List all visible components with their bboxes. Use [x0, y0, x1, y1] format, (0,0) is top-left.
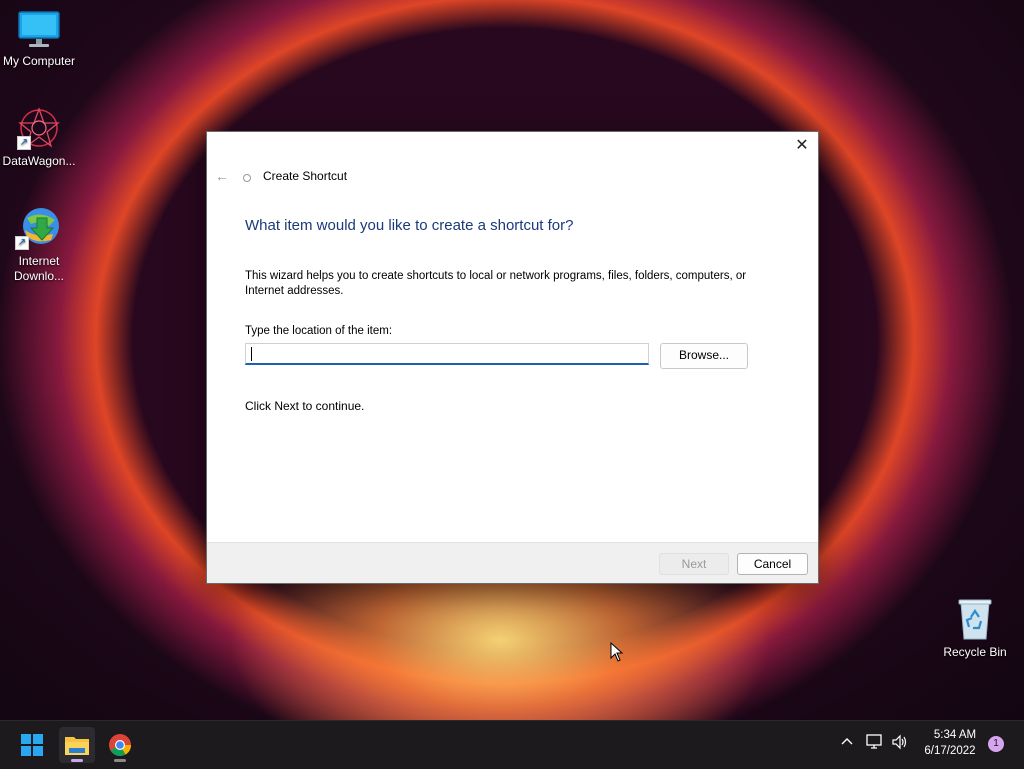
desktop-icon-label: DataWagon...	[2, 154, 76, 168]
wizard-description: This wizard helps you to create shortcut…	[245, 270, 747, 297]
recycle-bin-icon	[955, 597, 995, 641]
internet-download-manager-icon: ↗	[15, 204, 63, 250]
chrome-icon[interactable]	[102, 727, 138, 763]
desktop-icon-datawagon[interactable]: ↗ DataWagon...	[0, 106, 79, 169]
location-label: Type the location of the item:	[245, 325, 393, 337]
desktop-icon-label: My Computer	[2, 54, 76, 68]
wizard-heading: What item would you like to create a sho…	[245, 217, 574, 234]
monitor-icon	[17, 10, 61, 50]
datawagon-logo-icon: ↗	[17, 106, 61, 150]
volume-icon[interactable]	[891, 734, 909, 755]
network-icon[interactable]	[866, 734, 884, 755]
running-indicator	[114, 759, 126, 762]
dialog-footer: Next Cancel	[207, 542, 818, 583]
clock-time[interactable]: 5:34 AM	[924, 729, 986, 741]
shortcut-arrow-icon: ↗	[17, 136, 31, 150]
file-explorer-icon[interactable]	[59, 727, 95, 763]
cancel-button[interactable]: Cancel	[737, 553, 808, 575]
taskbar	[0, 720, 1024, 769]
chevron-up-icon[interactable]	[840, 735, 854, 754]
create-shortcut-dialog: ✕ ← Create Shortcut What item would you …	[206, 131, 819, 584]
next-button[interactable]: Next	[659, 553, 729, 575]
shortcut-arrow-icon: ↗	[15, 236, 29, 250]
shortcut-wizard-icon	[243, 174, 251, 182]
desktop-icon-label: Recycle Bin	[943, 645, 1007, 659]
desktop-icon-label-line1: Internet	[18, 254, 60, 268]
text-caret	[251, 347, 252, 361]
notification-badge[interactable]: 1	[988, 736, 1004, 752]
desktop-icon-recycle-bin[interactable]: Recycle Bin	[935, 597, 1015, 660]
active-indicator	[71, 759, 83, 762]
close-icon[interactable]: ✕	[794, 138, 810, 154]
start-icon[interactable]	[14, 727, 50, 763]
wizard-title: Create Shortcut	[263, 169, 348, 183]
desktop-icon-my-computer[interactable]: My Computer	[0, 10, 79, 69]
desktop-icon-internet-download[interactable]: ↗ Internet Downlo...	[0, 204, 79, 284]
back-arrow-icon[interactable]: ←	[215, 168, 229, 184]
desktop-icon-label-line2: Downlo...	[13, 269, 65, 283]
clock-date[interactable]: 6/17/2022	[918, 745, 982, 757]
browse-button[interactable]: Browse...	[660, 343, 748, 369]
location-input[interactable]	[245, 343, 649, 365]
mouse-cursor-icon	[610, 641, 624, 667]
continue-instruction: Click Next to continue.	[245, 399, 365, 413]
